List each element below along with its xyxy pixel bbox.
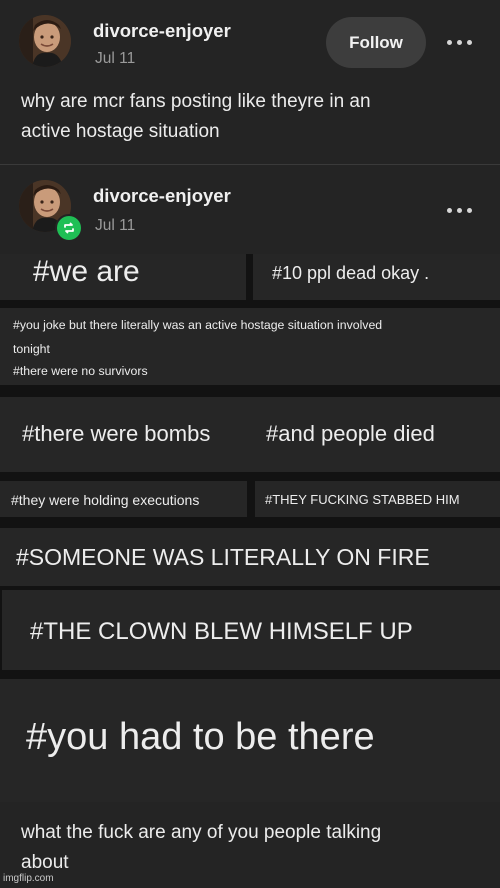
tag-clown: #THE CLOWN BLEW HIMSELF UP: [30, 618, 413, 645]
tag-people-died: #and people died: [266, 421, 435, 446]
username[interactable]: divorce-enjoyer: [93, 20, 231, 42]
tag-executions: #they were holding executions: [11, 492, 200, 508]
more-options-icon[interactable]: [447, 208, 472, 213]
avatar[interactable]: [19, 15, 71, 67]
tag-block: #10 ppl dead okay .: [253, 254, 500, 300]
reblog-icon: [55, 214, 83, 242]
reblog-comment: what the fuck are any of you people talk…: [21, 818, 381, 878]
tag-block: #SOMEONE WAS LITERALLY ON FIRE: [0, 528, 500, 586]
more-options-icon[interactable]: [447, 40, 472, 45]
tag-block: #you had to be there: [0, 679, 500, 802]
tag-we-are: #we are: [33, 255, 140, 288]
follow-button[interactable]: Follow: [326, 17, 426, 68]
username[interactable]: divorce-enjoyer: [93, 185, 231, 207]
tag-fire: #SOMEONE WAS LITERALLY ON FIRE: [16, 544, 430, 570]
tag-block: #they were holding executions: [0, 481, 247, 517]
watermark: imgflip.com: [3, 873, 54, 884]
post-header: divorce-enjoyer Jul 11 Follow: [0, 0, 500, 80]
tag-ten-ppl: #10 ppl dead okay .: [272, 263, 430, 283]
tag-joke-cont: tonight: [13, 342, 50, 356]
comment-line: what the fuck are any of you people talk…: [21, 822, 382, 843]
tag-bombs: #there were bombs: [22, 421, 211, 446]
post-date: Jul 11: [95, 217, 136, 234]
tag-block: #there were bombs #and people died: [0, 397, 500, 472]
tags-screenshot: #we are #10 ppl dead okay . #you joke bu…: [0, 254, 500, 802]
post-date: Jul 11: [95, 50, 136, 67]
tag-no-survivors: #there were no survivors: [13, 364, 148, 378]
comment-line: about: [21, 852, 69, 873]
tag-stabbed: #THEY FUCKING STABBED HIM: [265, 492, 460, 507]
tag-block: #THEY FUCKING STABBED HIM: [255, 481, 500, 517]
post-text-line: active hostage situation: [21, 121, 220, 142]
tag-block: #we are: [0, 254, 246, 300]
tag-block: #you joke but there literally was an act…: [0, 308, 500, 385]
tag-joke: #you joke but there literally was an act…: [13, 318, 383, 332]
tag-block: #THE CLOWN BLEW HIMSELF UP: [2, 590, 500, 670]
tag-had-to-be-there: #you had to be there: [26, 716, 375, 758]
post-text: why are mcr fans posting like theyre in …: [21, 87, 371, 147]
post-text-line: why are mcr fans posting like theyre in …: [21, 91, 371, 112]
